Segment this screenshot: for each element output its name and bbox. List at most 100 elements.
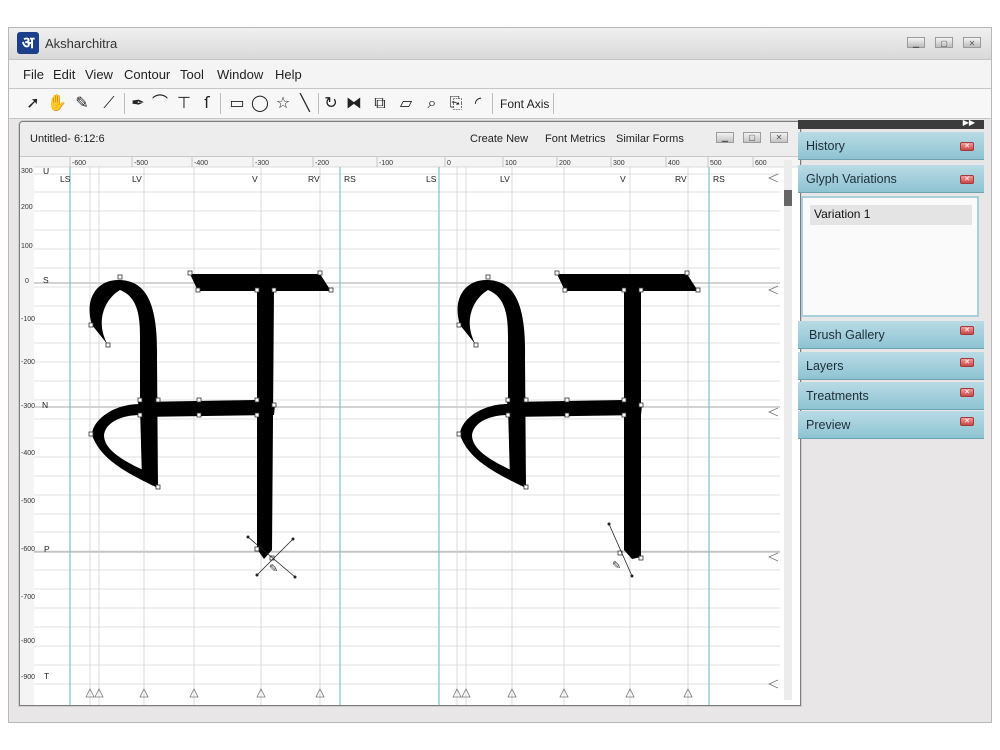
guide-label: RS bbox=[713, 174, 725, 184]
ruler-x-label: 500 bbox=[710, 160, 722, 167]
eraser-icon[interactable]: ✎ bbox=[72, 93, 92, 113]
vertical-scrollbar[interactable] bbox=[784, 160, 792, 700]
double-arrow-icon[interactable]: ▶▶ bbox=[963, 118, 975, 127]
guide-label: P bbox=[44, 544, 50, 554]
guide-label: N bbox=[42, 400, 48, 410]
glyph-outline-variation bbox=[457, 274, 698, 559]
menu-window[interactable]: Window bbox=[217, 67, 263, 82]
app-title: Aksharchitra bbox=[45, 36, 118, 51]
document-header: Untitled- 6:12:6 Create New Font Metrics… bbox=[20, 122, 800, 157]
ruler-x-label: -300 bbox=[255, 160, 269, 167]
ruler-x-label: 200 bbox=[559, 160, 571, 167]
ruler-y-label: 200 bbox=[21, 204, 33, 211]
ruler-y-label: -700 bbox=[21, 594, 35, 601]
glyph-variations-label: Glyph Variations bbox=[806, 172, 897, 186]
svg-text:✎: ✎ bbox=[269, 562, 278, 575]
guide-label: V bbox=[620, 174, 626, 184]
transform-icon[interactable]: ⧉ bbox=[370, 93, 390, 113]
layers-label: Layers bbox=[806, 359, 844, 373]
document-window: Untitled- 6:12:6 Create New Font Metrics… bbox=[19, 121, 801, 706]
close-panel-icon[interactable]: ✕ bbox=[960, 417, 974, 426]
variation-item[interactable]: Variation 1 bbox=[810, 205, 972, 225]
menu-help[interactable]: Help bbox=[275, 67, 302, 82]
close-panel-icon[interactable]: ✕ bbox=[960, 326, 974, 335]
copy-icon[interactable]: ⎘ bbox=[446, 93, 466, 113]
ruler-y-label: -300 bbox=[21, 403, 35, 410]
close-panel-icon[interactable]: ✕ bbox=[960, 175, 974, 184]
ruler-x-label: -600 bbox=[72, 160, 86, 167]
ruler-y-label: -400 bbox=[21, 450, 35, 457]
guide-label: LV bbox=[132, 174, 142, 184]
line-icon[interactable]: ╲ bbox=[295, 93, 315, 113]
menu-view[interactable]: View bbox=[85, 67, 113, 82]
t-junction-icon[interactable]: ⊤ bbox=[174, 93, 194, 113]
guide-label: RS bbox=[344, 174, 356, 184]
title-bar: अ Aksharchitra ▁ ▢ ✕ bbox=[9, 28, 991, 60]
history-panel-header[interactable]: History ✕ bbox=[798, 132, 984, 160]
rectangle-icon[interactable]: ▭ bbox=[227, 93, 247, 113]
pointer-arrow-icon[interactable]: ➚ bbox=[23, 93, 43, 113]
close-icon[interactable]: ✕ bbox=[963, 37, 981, 48]
guide-label: LS bbox=[426, 174, 437, 184]
document-title: Untitled- 6:12:6 bbox=[30, 133, 105, 145]
doc-maximize-icon[interactable]: ▢ bbox=[743, 132, 761, 143]
close-panel-icon[interactable]: ✕ bbox=[960, 142, 974, 151]
ruler-x-label: -200 bbox=[315, 160, 329, 167]
maximize-icon[interactable]: ▢ bbox=[935, 37, 953, 48]
star-icon[interactable]: ☆ bbox=[273, 93, 293, 113]
layers-panel-header[interactable]: Layers ✕ bbox=[798, 352, 984, 380]
skew-icon[interactable]: ▱ bbox=[396, 93, 416, 113]
font-axis-button[interactable]: Font Axis bbox=[500, 97, 549, 111]
scroll-thumb[interactable] bbox=[784, 190, 792, 206]
ruler-icon[interactable]: ⟋ bbox=[99, 93, 119, 113]
ruler-x-label: 600 bbox=[755, 160, 767, 167]
font-metrics-link[interactable]: Font Metrics bbox=[545, 133, 606, 145]
treatments-label: Treatments bbox=[806, 389, 869, 403]
toolbar: ➚ ✋ ✎ ⟋ ✒ ⌒ ⊤ ſ ▭ ◯ ☆ ╲ ↻ ⧓ ⧉ ▱ ⌕ ⎘ ◜ Fo… bbox=[9, 89, 991, 119]
glyph-variations-list: Variation 1 bbox=[801, 196, 979, 317]
ruler-x-label: 400 bbox=[668, 160, 680, 167]
preview-panel-header[interactable]: Preview ✕ bbox=[798, 411, 984, 439]
ruler-y-label: 100 bbox=[21, 243, 33, 250]
guide-label: RV bbox=[308, 174, 320, 184]
curve-icon[interactable]: ⌒ bbox=[150, 93, 170, 113]
guide-label: V bbox=[252, 174, 258, 184]
treatments-panel-header[interactable]: Treatments ✕ bbox=[798, 382, 984, 410]
app-window: अ Aksharchitra ▁ ▢ ✕ File Edit View Cont… bbox=[8, 27, 992, 723]
menu-file[interactable]: File bbox=[23, 67, 44, 82]
rotate-icon[interactable]: ↻ bbox=[321, 93, 341, 113]
ruler-y-label: -600 bbox=[21, 546, 35, 553]
ruler-x-label: 0 bbox=[447, 160, 451, 167]
zoom-icon[interactable]: ⌕ bbox=[422, 93, 442, 113]
ruler-y-label: 300 bbox=[21, 168, 33, 175]
mirror-icon[interactable]: ⧓ bbox=[344, 93, 364, 113]
doc-minimize-icon[interactable]: ▁ bbox=[716, 132, 734, 143]
variation-label: Variation 1 bbox=[814, 207, 871, 221]
hook-icon[interactable]: ſ bbox=[197, 93, 217, 113]
menu-tool[interactable]: Tool bbox=[180, 67, 204, 82]
ellipse-icon[interactable]: ◯ bbox=[250, 93, 270, 113]
guide-label: LV bbox=[500, 174, 510, 184]
panel-collapse-bar[interactable]: ▶▶ bbox=[798, 118, 984, 129]
ruler-y-label: -200 bbox=[21, 359, 35, 366]
glyph-outline bbox=[89, 274, 331, 559]
close-panel-icon[interactable]: ✕ bbox=[960, 388, 974, 397]
menu-contour[interactable]: Contour bbox=[124, 67, 170, 82]
menu-edit[interactable]: Edit bbox=[53, 67, 75, 82]
ruler-y-label: -500 bbox=[21, 498, 35, 505]
pen-nib-icon[interactable]: ✒ bbox=[128, 93, 148, 113]
ruler-x-label: -100 bbox=[379, 160, 393, 167]
create-new-link[interactable]: Create New bbox=[470, 133, 528, 145]
ruler-x-label: -500 bbox=[134, 160, 148, 167]
glyph-variations-panel-header[interactable]: Glyph Variations ✕ bbox=[798, 165, 984, 193]
ruler-y-label: -100 bbox=[21, 316, 35, 323]
doc-close-icon[interactable]: ✕ bbox=[770, 132, 788, 143]
glyph-canvas[interactable]: -600 -500 -400 -300 -200 -100 0 100 200 … bbox=[20, 157, 800, 705]
minimize-icon[interactable]: ▁ bbox=[907, 37, 925, 48]
hand-pan-icon[interactable]: ✋ bbox=[47, 93, 67, 113]
similar-forms-link[interactable]: Similar Forms bbox=[616, 133, 684, 145]
brush-gallery-panel-header[interactable]: Brush Gallery ✕ bbox=[798, 321, 984, 349]
close-panel-icon[interactable]: ✕ bbox=[960, 358, 974, 367]
quarter-shape-icon[interactable]: ◜ bbox=[468, 93, 488, 113]
guide-label: S bbox=[43, 275, 49, 285]
